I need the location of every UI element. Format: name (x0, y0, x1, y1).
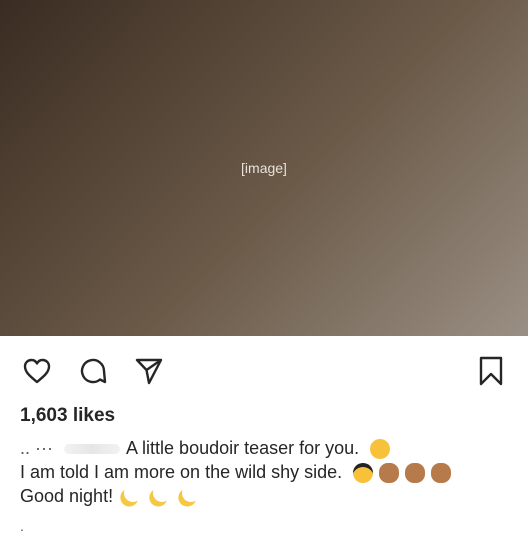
comment-icon[interactable] (76, 354, 110, 388)
heart-icon[interactable] (20, 354, 54, 388)
crescent-moon-icon (122, 481, 145, 504)
post: [image] 1,603 likes .. ··· A little boud… (0, 0, 528, 540)
post-image[interactable]: [image] (0, 0, 528, 336)
caption-text-2: I am told I am more on the wild shy side… (20, 462, 343, 482)
see-no-evil-monkey-icon (431, 463, 452, 484)
sunglasses-face-icon (353, 463, 374, 484)
username-dots: .. ··· (20, 438, 53, 458)
send-icon[interactable] (132, 354, 166, 388)
action-bar (20, 350, 508, 390)
kissing-face-icon (370, 439, 391, 460)
caption-text-1: A little boudoir teaser for you. (126, 438, 360, 458)
caption-line-2: I am told I am more on the wild shy side… (20, 460, 508, 484)
crescent-moon-icon (151, 481, 174, 504)
bookmark-icon[interactable] (474, 354, 508, 388)
see-no-evil-monkey-icon (379, 463, 400, 484)
crescent-moon-icon (180, 481, 203, 504)
image-placeholder: [image] (241, 160, 287, 176)
username-blurred[interactable] (64, 444, 121, 455)
caption-line-1: .. ··· A little boudoir teaser for you. (20, 436, 508, 460)
likes-count[interactable]: 1,603 likes (20, 405, 115, 427)
caption-text-3: Good night! (20, 486, 114, 506)
caption-trailing-dot: . (20, 518, 24, 534)
see-no-evil-monkey-icon (405, 463, 426, 484)
caption-line-3: Good night! (20, 484, 508, 508)
caption: .. ··· A little boudoir teaser for you. … (20, 436, 508, 508)
